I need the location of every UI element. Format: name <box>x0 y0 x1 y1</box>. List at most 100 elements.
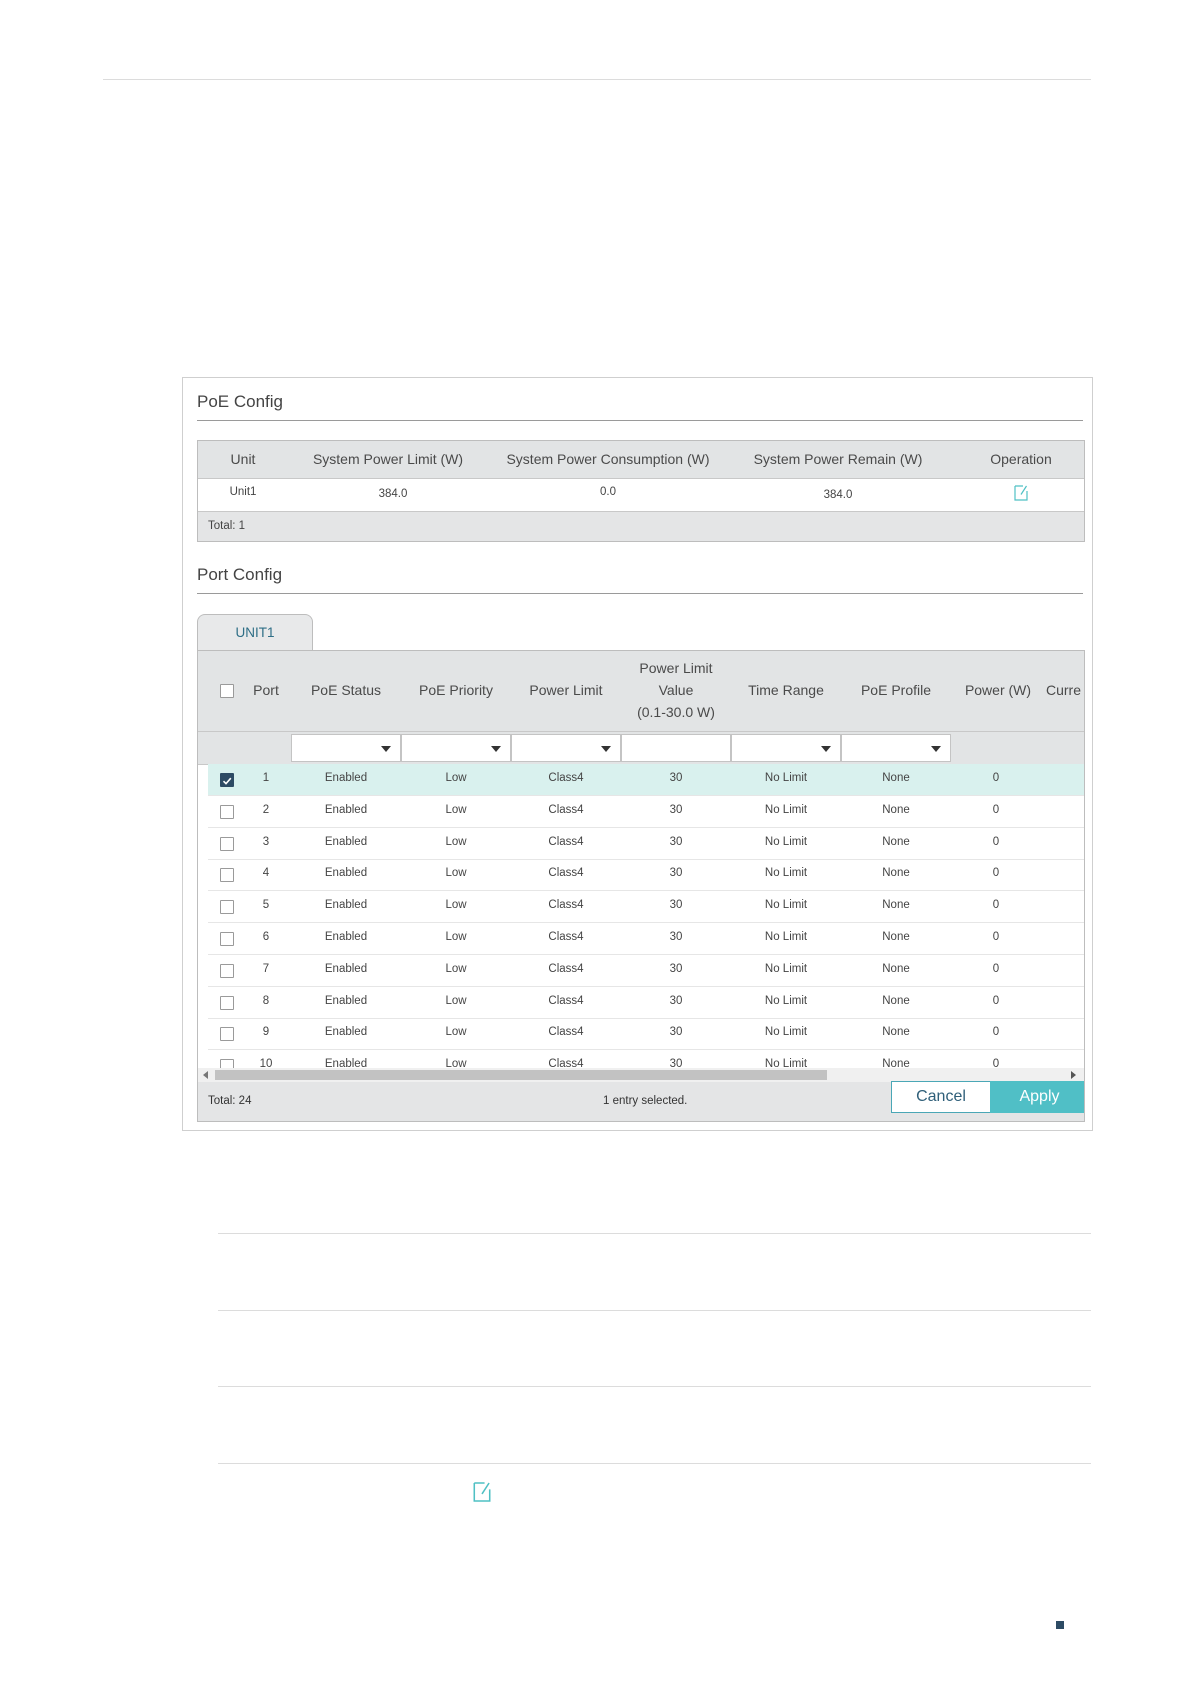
port-config-title: Port Config <box>197 565 283 584</box>
row-checkbox[interactable] <box>220 900 234 915</box>
cell-value: 30 <box>669 994 683 1007</box>
row-checkbox[interactable] <box>220 773 234 787</box>
row-checkbox[interactable] <box>220 804 234 819</box>
apply-button[interactable]: Apply <box>990 1081 1084 1113</box>
checkmark-icon <box>222 777 232 785</box>
cell-profile: None <box>882 835 910 848</box>
table-row[interactable]: 5 Enabled Low Class4 30 No Limit None 0 <box>208 891 1084 924</box>
row-checkbox[interactable] <box>220 932 234 946</box>
table-row[interactable]: 6 Enabled Low Class4 30 No Limit None 0 <box>208 923 1084 955</box>
cell-power: 0 <box>992 803 1000 816</box>
port-config-table-header: Port PoE Status PoE Priority Power Limit… <box>198 651 1084 731</box>
chevron-down-icon <box>381 746 391 752</box>
row-checkbox[interactable] <box>220 995 234 1010</box>
cancel-button[interactable]: Cancel <box>891 1081 991 1113</box>
cell-priority: Low <box>445 772 467 784</box>
cell-priority: Low <box>445 899 467 912</box>
cell-time: No Limit <box>764 867 808 880</box>
cell-profile: None <box>882 1026 910 1039</box>
filter-poe-profile[interactable] <box>841 734 951 762</box>
filter-poe-priority[interactable] <box>401 734 511 762</box>
scroll-right-arrow-icon[interactable] <box>1071 1071 1076 1079</box>
port-config-table: Port PoE Status PoE Priority Power Limit… <box>197 650 1085 1122</box>
cell-value: 30 <box>669 1026 683 1039</box>
row-checkbox[interactable] <box>220 963 234 978</box>
cell-priority: Low <box>445 931 467 943</box>
edit-icon[interactable] <box>1014 485 1028 501</box>
cell-port: 6 <box>262 931 270 943</box>
row-checkbox[interactable] <box>220 836 234 851</box>
cell-profile: None <box>882 772 910 784</box>
col-operation: Operation <box>990 451 1052 467</box>
horizontal-scrollbar[interactable] <box>198 1068 1084 1082</box>
scroll-left-arrow-icon[interactable] <box>203 1071 208 1079</box>
cell-limit: Class4 <box>548 962 584 975</box>
cell-profile: None <box>882 931 910 943</box>
cell-priority: Low <box>445 994 467 1007</box>
cell-limit: Class4 <box>548 867 584 880</box>
filter-poe-status[interactable] <box>291 734 401 762</box>
cell-profile: None <box>882 867 910 880</box>
cell-limit: Class4 <box>548 1026 584 1039</box>
table-row[interactable]: 2 Enabled Low Class4 30 No Limit None 0 <box>208 796 1084 828</box>
tab-unit1[interactable]: UNIT1 <box>197 614 313 652</box>
power-consumption-cell: 0.0 <box>600 486 616 498</box>
selection-status: 1 entry selected. <box>603 1095 688 1107</box>
cell-limit: Class4 <box>548 899 584 912</box>
col-system-power-limit: System Power Limit (W) <box>312 451 464 467</box>
table-row[interactable]: 1 Enabled Low Class4 30 No Limit None 0 <box>208 764 1084 796</box>
cell-value: 30 <box>669 867 683 880</box>
cell-status: Enabled <box>324 931 368 943</box>
cell-power: 0 <box>992 835 1000 848</box>
filter-power-limit[interactable] <box>511 734 621 762</box>
filter-time-range[interactable] <box>731 734 841 762</box>
cell-profile: None <box>882 962 910 975</box>
table-row[interactable]: 4 Enabled Low Class4 30 No Limit None 0 <box>208 859 1084 892</box>
cell-power: 0 <box>992 899 1000 912</box>
chevron-down-icon <box>821 746 831 752</box>
chevron-down-icon <box>601 746 611 752</box>
poe-config-panel: PoE Config Unit System Power Limit (W) S… <box>182 377 1093 1131</box>
page-top-rule <box>103 79 1091 80</box>
cell-port: 7 <box>262 962 270 975</box>
page-rule-1 <box>218 1233 1091 1234</box>
cell-status: Enabled <box>324 772 368 784</box>
select-all-checkbox[interactable] <box>220 684 234 698</box>
cell-priority: Low <box>445 835 467 848</box>
row-checkbox[interactable] <box>220 1027 234 1042</box>
scrollbar-thumb[interactable] <box>215 1070 827 1080</box>
cell-value: 30 <box>669 962 683 975</box>
page-rule-4 <box>218 1463 1091 1464</box>
col-poe-profile: PoE Profile <box>860 682 932 698</box>
cell-limit: Class4 <box>548 994 584 1007</box>
row-checkbox[interactable] <box>220 868 234 883</box>
cell-status: Enabled <box>324 1026 368 1039</box>
cell-port: 5 <box>262 899 270 912</box>
table-row[interactable]: 7 Enabled Low Class4 30 No Limit None 0 <box>208 955 1084 987</box>
cell-port: 2 <box>262 803 270 816</box>
table-row[interactable]: 3 Enabled Low Class4 30 No Limit None 0 <box>208 828 1084 860</box>
filter-bar <box>198 731 1084 765</box>
page-rule-3 <box>218 1386 1091 1387</box>
poe-config-footer: Total: 1 <box>198 511 1084 541</box>
cell-priority: Low <box>445 1026 467 1039</box>
chevron-down-icon <box>931 746 941 752</box>
table-row[interactable]: 8 Enabled Low Class4 30 No Limit None 0 <box>208 987 1084 1019</box>
cell-time: No Limit <box>764 772 808 784</box>
cell-priority: Low <box>445 867 467 880</box>
table-row[interactable]: 9 Enabled Low Class4 30 No Limit None 0 <box>208 1018 1084 1051</box>
cell-time: No Limit <box>764 899 808 912</box>
col-system-power-remain: System Power Remain (W) <box>753 451 923 467</box>
cell-status: Enabled <box>324 835 368 848</box>
cell-time: No Limit <box>764 994 808 1007</box>
cell-port: 9 <box>262 1026 270 1039</box>
filter-power-limit-value[interactable] <box>621 734 731 762</box>
cell-port: 3 <box>262 835 270 848</box>
col-power-limit: Power Limit <box>529 682 603 698</box>
col-poe-status: PoE Status <box>310 682 382 698</box>
cell-value: 30 <box>669 772 683 784</box>
col-power-limit-value-line1: Power Limit <box>639 660 713 676</box>
cell-limit: Class4 <box>548 803 584 816</box>
chevron-down-icon <box>491 746 501 752</box>
cell-status: Enabled <box>324 867 368 880</box>
